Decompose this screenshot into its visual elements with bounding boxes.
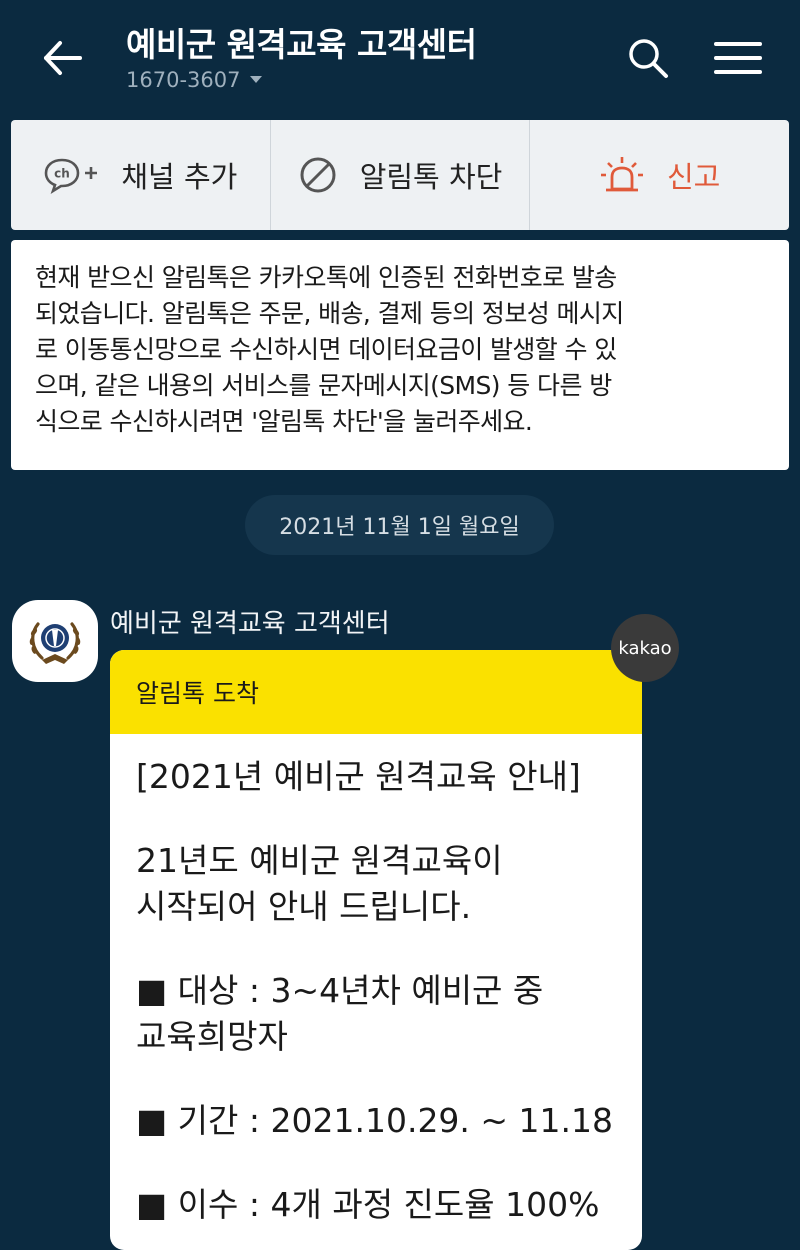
back-button[interactable]: [38, 34, 86, 82]
chat-title: 예비군 원격교육 고객센터: [126, 25, 477, 64]
add-channel-label: 채널 추가: [121, 160, 238, 194]
emblem-icon: [29, 622, 81, 664]
message-target: ■ 대상 : 3~4년차 예비군 중 교육희망자: [136, 968, 616, 1060]
block-button[interactable]: 알림톡 차단: [271, 120, 531, 230]
search-button[interactable]: [626, 36, 670, 80]
message-line: ■ 대상 : 3~4년차 예비군 중: [136, 971, 544, 1010]
caret-down-icon: [250, 75, 263, 83]
bubble-header: 알림톡 도착: [110, 650, 642, 734]
sender-name: 예비군 원격교육 고객센터: [110, 609, 390, 639]
notice-line: 로 이동통신망으로 수신하시면 데이터요금이 발생할 수 있: [35, 335, 617, 364]
message-line: 시작되어 안내 드립니다.: [136, 887, 472, 926]
menu-button[interactable]: [710, 36, 766, 80]
app-header: 예비군 원격교육 고객센터 1670-3607: [0, 0, 800, 110]
notice-line: 으며, 같은 내용의 서비스를 문자메시지(SMS) 등 다른 방: [35, 371, 612, 400]
alimtalk-notice: 현재 받으신 알림톡은 카카오톡에 인증된 전화번호로 발송 되었습니다. 알림…: [11, 240, 789, 470]
arrow-left-icon: [44, 41, 82, 75]
message-intro: 21년도 예비군 원격교육이 시작되어 안내 드립니다.: [136, 838, 616, 930]
svg-text:ch: ch: [55, 167, 71, 181]
siren-icon: [599, 155, 645, 195]
phone-number-dropdown[interactable]: 1670-3607: [126, 68, 263, 92]
date-divider: 2021년 11월 1일 월요일: [245, 495, 554, 555]
hamburger-menu-icon: [714, 42, 762, 74]
search-icon: [629, 39, 668, 78]
message-title: [2021년 예비군 원격교육 안내]: [136, 757, 581, 796]
message-bubble: 알림톡 도착 [2021년 예비군 원격교육 안내] 21년도 예비군 원격교육…: [110, 650, 642, 1250]
avatar[interactable]: [12, 600, 98, 682]
block-icon: [298, 155, 338, 195]
message-completion: ■ 이수 : 4개 과정 진도율 100%: [136, 1185, 600, 1224]
add-channel-button[interactable]: ch 채널 추가: [11, 120, 271, 230]
channel-add-icon: ch: [43, 155, 99, 195]
kakao-badge: kakao: [611, 614, 679, 682]
bubble-body: [2021년 예비군 원격교육 안내] 21년도 예비군 원격교육이 시작되어 …: [110, 734, 642, 1228]
message-period: ■ 기간 : 2021.10.29. ~ 11.18: [136, 1101, 614, 1140]
notice-line: 되었습니다. 알림톡은 주문, 배송, 결제 등의 정보성 메시지: [35, 299, 624, 328]
report-button[interactable]: 신고: [530, 120, 789, 230]
report-label: 신고: [666, 160, 721, 194]
notice-line: 식으로 수신하시려면 '알림톡 차단'을 눌러주세요.: [35, 407, 533, 436]
message-line: 21년도 예비군 원격교육이: [136, 841, 503, 880]
notice-line: 현재 받으신 알림톡은 카카오톡에 인증된 전화번호로 발송: [35, 263, 617, 292]
block-label: 알림톡 차단: [359, 160, 503, 194]
action-bar: ch 채널 추가 알림톡 차단 신고: [11, 120, 789, 230]
phone-number: 1670-3607: [126, 68, 241, 92]
message-line: 교육희망자: [136, 1017, 288, 1056]
